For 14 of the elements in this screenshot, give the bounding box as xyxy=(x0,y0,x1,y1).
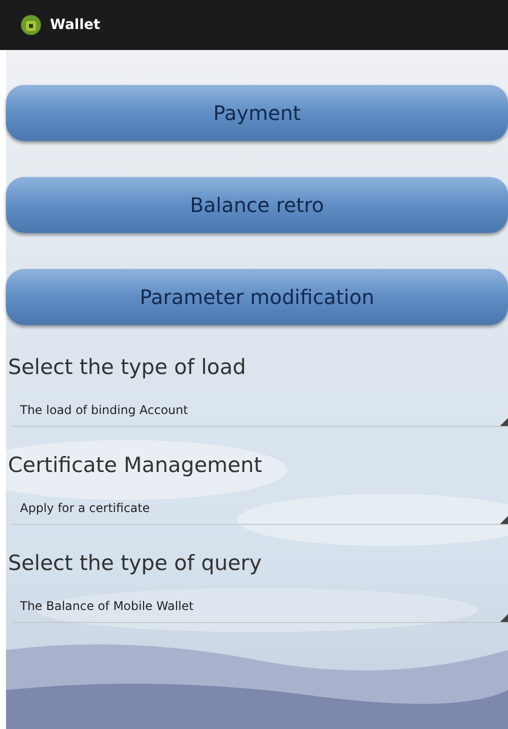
dropdown-corner-icon xyxy=(500,418,508,426)
dropdown[interactable]: The Balance of Mobile Wallet xyxy=(12,589,508,623)
android-icon xyxy=(20,14,42,36)
dropdown[interactable]: Apply for a certificate xyxy=(12,491,508,525)
section-label: Select the type of load xyxy=(7,354,247,381)
dropdown-corner-icon xyxy=(500,614,508,622)
menu-button[interactable]: Balance retro xyxy=(6,177,508,233)
dropdown[interactable]: The load of binding Account xyxy=(12,393,508,427)
dropdown-corner-icon xyxy=(500,516,508,524)
menu-button[interactable]: Parameter modification xyxy=(6,269,508,325)
menu-button[interactable]: Payment xyxy=(6,85,508,141)
section-label: Certificate Management xyxy=(7,452,264,479)
window-title: Wallet xyxy=(50,16,100,34)
section-label: Select the type of query xyxy=(7,550,263,577)
